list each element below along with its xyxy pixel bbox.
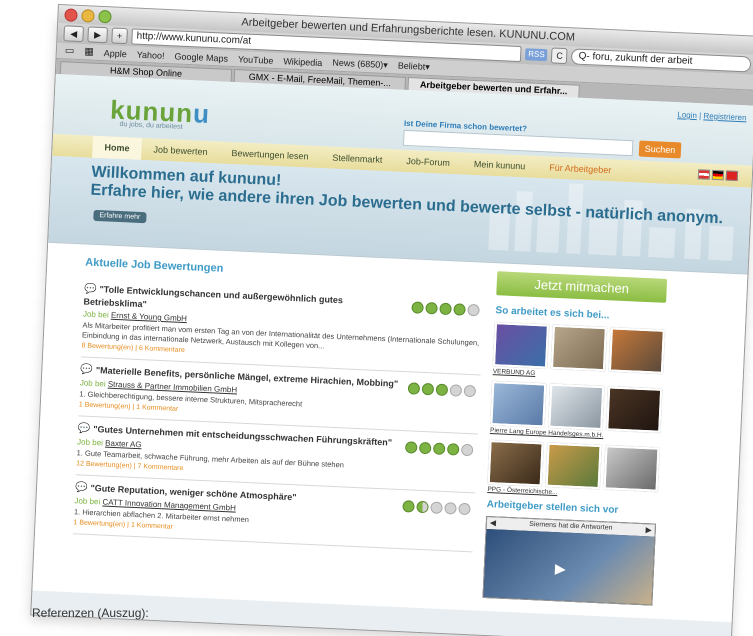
rss-icon[interactable]: RSS bbox=[524, 48, 548, 62]
bookmark-item[interactable]: Beliebt▾ bbox=[398, 60, 430, 72]
previous-video-icon[interactable]: ◀ bbox=[490, 517, 497, 529]
browser-window: Arbeitgeber bewerten und Erfahrungsberic… bbox=[30, 4, 753, 636]
rating-dot-icon bbox=[453, 303, 466, 316]
nav-home[interactable]: Home bbox=[92, 135, 143, 160]
bookmark-item[interactable]: YouTube bbox=[238, 54, 274, 66]
nav-job-forum[interactable]: Job-Forum bbox=[394, 149, 462, 174]
photo-row bbox=[487, 440, 660, 492]
rating-dot-icon bbox=[407, 382, 421, 395]
tagline: du jobs, du arbeitest bbox=[119, 120, 183, 131]
main-content: Aktuelle Job Bewertungen 💬 "Tolle Entwick… bbox=[32, 242, 748, 623]
review-prefix: Job bei bbox=[74, 496, 101, 507]
rating-dot-icon bbox=[449, 384, 463, 397]
bookmark-item[interactable]: Yahoo! bbox=[137, 49, 165, 60]
window-controls bbox=[64, 8, 112, 24]
learn-more-button[interactable]: Erfahre mehr bbox=[93, 209, 147, 224]
login-links: Login | Registrieren bbox=[677, 110, 747, 123]
register-link[interactable]: Registrieren bbox=[703, 111, 747, 122]
video-thumbnail[interactable]: ▶ bbox=[483, 528, 655, 605]
rating-dot-icon bbox=[444, 502, 457, 515]
employer-photo[interactable] bbox=[545, 442, 602, 490]
rating-dot-icon bbox=[425, 301, 438, 315]
speech-bubble-icon: 💬 bbox=[74, 482, 88, 494]
next-video-icon[interactable]: ▶ bbox=[645, 524, 652, 536]
employer-photo[interactable] bbox=[550, 324, 607, 372]
switzerland-flag-icon[interactable] bbox=[725, 170, 739, 182]
rating-dot-icon bbox=[416, 500, 429, 514]
rating-dot-icon bbox=[446, 443, 460, 456]
forward-button[interactable]: ▶ bbox=[87, 26, 108, 44]
back-button[interactable]: ◀ bbox=[63, 25, 85, 43]
minimize-window-icon[interactable] bbox=[81, 9, 95, 23]
rating-dot-icon bbox=[430, 501, 443, 514]
speech-bubble-icon: 💬 bbox=[83, 283, 97, 296]
sidebar: Jetzt mitmachen So arbeitet es sich bei.… bbox=[482, 271, 668, 618]
join-now-button[interactable]: Jetzt mitmachen bbox=[496, 271, 668, 303]
germany-flag-icon[interactable] bbox=[711, 169, 725, 181]
employer-photo[interactable] bbox=[548, 383, 605, 431]
rating-dot-icon bbox=[439, 302, 452, 316]
employer-photo[interactable] bbox=[606, 386, 663, 433]
rating-dot-icon bbox=[458, 502, 471, 516]
employer-video[interactable]: ◀ Siemens hat die Antworten ▶ ▶ bbox=[482, 515, 657, 606]
grid-icon[interactable]: ▦ bbox=[84, 46, 94, 57]
rating-dot-icon bbox=[404, 441, 418, 454]
references-caption: Referenzen (Auszug): bbox=[32, 606, 149, 620]
employer-photo[interactable] bbox=[487, 440, 544, 487]
reload-icon[interactable]: C bbox=[551, 47, 568, 65]
employer-photo[interactable] bbox=[490, 381, 547, 428]
rating-dot-icon bbox=[411, 301, 424, 314]
book-icon[interactable]: ▭ bbox=[65, 45, 75, 56]
rating-dot-icon bbox=[467, 303, 480, 317]
close-window-icon[interactable] bbox=[64, 8, 78, 22]
review-prefix: Job bei bbox=[82, 309, 109, 320]
photo-stage: Arbeitgeber bewerten und Erfahrungsberic… bbox=[0, 0, 753, 636]
rating-dot-icon bbox=[432, 442, 446, 456]
bookmark-item[interactable]: News (6850)▾ bbox=[332, 58, 388, 72]
employer-photo[interactable] bbox=[608, 327, 665, 374]
rating-dot-icon bbox=[435, 383, 449, 397]
rating-dot-icon bbox=[402, 500, 415, 513]
login-link[interactable]: Login bbox=[677, 110, 697, 120]
review-prefix: Job bei bbox=[76, 437, 104, 448]
search-button[interactable]: Suchen bbox=[638, 140, 682, 159]
employer-videos-heading: Arbeitgeber stellen sich vor bbox=[486, 498, 619, 516]
rating-dot-icon bbox=[421, 382, 435, 396]
rating-dot-icon bbox=[460, 443, 474, 457]
rating-dot-icon bbox=[463, 384, 477, 398]
reviews-column: Aktuelle Job Bewertungen 💬 "Tolle Entwick… bbox=[70, 253, 485, 611]
logo-text-accent: u bbox=[192, 98, 211, 129]
employer-photo[interactable] bbox=[603, 445, 660, 492]
bookmark-item[interactable]: Google Maps bbox=[174, 51, 228, 63]
speech-bubble-icon: 💬 bbox=[77, 423, 91, 435]
photo-row bbox=[493, 322, 665, 374]
employer-photo[interactable] bbox=[493, 322, 549, 369]
photo-row bbox=[490, 381, 663, 433]
add-bookmark-button[interactable]: + bbox=[111, 27, 128, 45]
rating-dot-icon bbox=[418, 441, 432, 455]
review-title[interactable]: "Tolle Entwicklungschancen und außergewö… bbox=[83, 284, 343, 309]
play-icon[interactable]: ▶ bbox=[555, 560, 566, 577]
video-title: Siemens hat die Antworten bbox=[529, 520, 613, 532]
bookmark-item[interactable]: Wikipedia bbox=[283, 56, 322, 68]
language-flags bbox=[697, 169, 739, 182]
austria-flag-icon[interactable] bbox=[697, 169, 711, 180]
zoom-window-icon[interactable] bbox=[98, 9, 112, 24]
speech-bubble-icon: 💬 bbox=[80, 364, 94, 376]
employer-photos-heading: So arbeitet es sich bei... bbox=[495, 305, 610, 322]
bookmark-item[interactable]: Apple bbox=[104, 48, 127, 59]
web-page: kununu du jobs, du arbeitest Login | Reg… bbox=[31, 73, 753, 636]
company-link[interactable]: Baxter AG bbox=[105, 439, 142, 450]
review-prefix: Job bei bbox=[79, 378, 106, 389]
